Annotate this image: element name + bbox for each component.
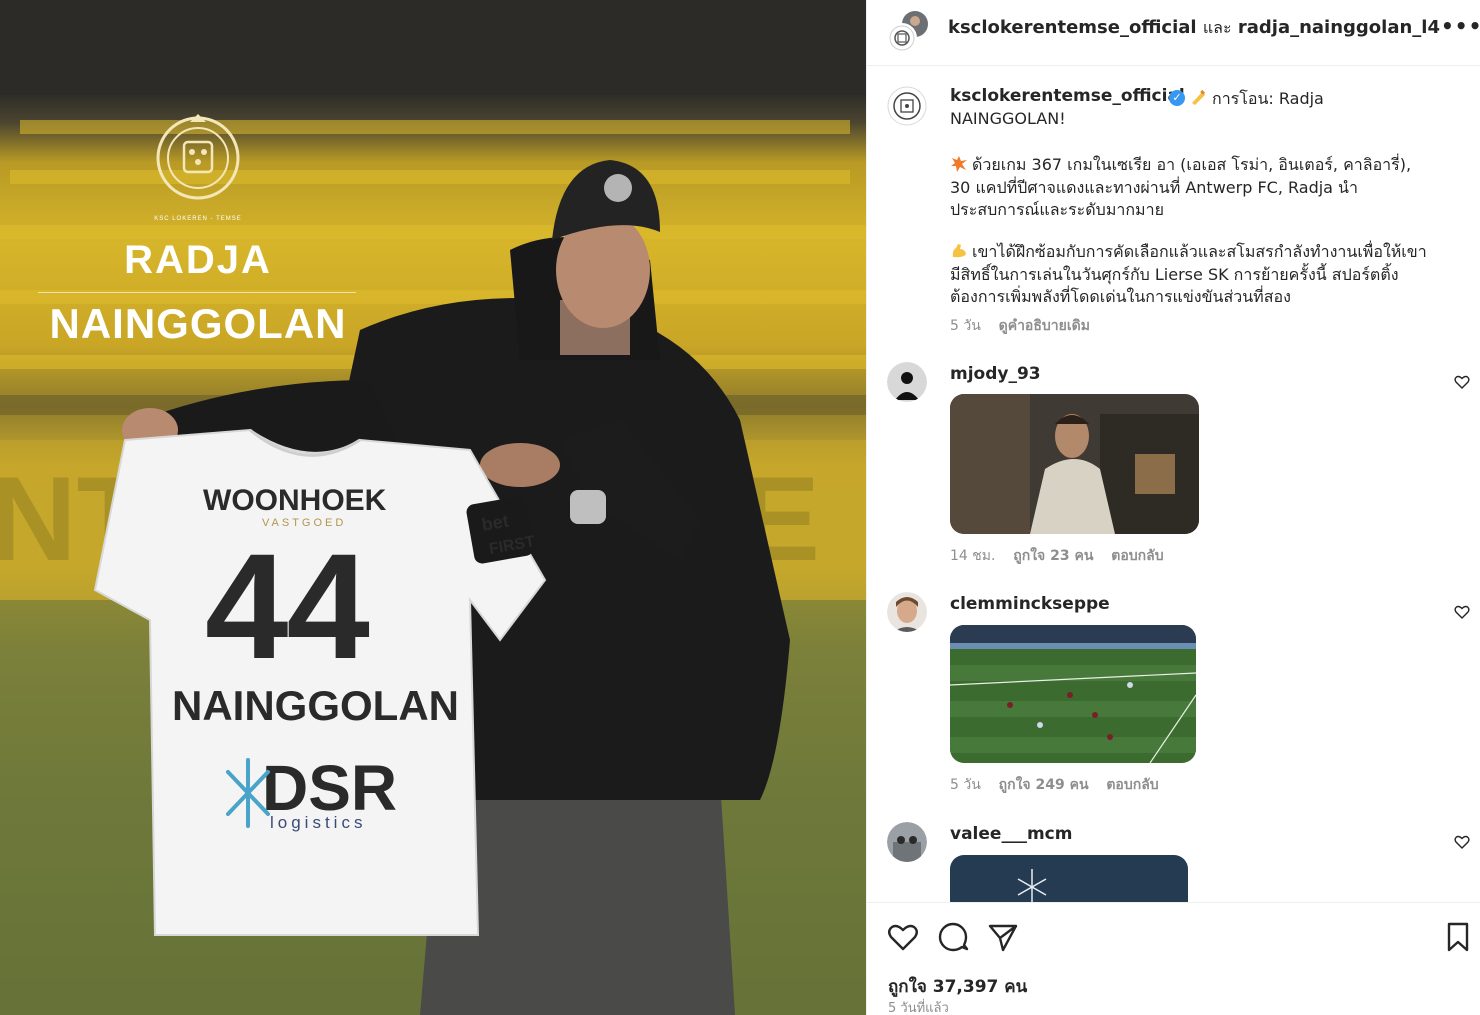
comment-bubble-icon[interactable] [937, 921, 969, 953]
comment-gif[interactable] [950, 394, 1199, 534]
caption-line-1: การโอน: Radja [1190, 87, 1324, 112]
like-heart-icon[interactable] [887, 921, 919, 953]
comment-likes[interactable]: ถูกใจ 23 คน [1013, 548, 1093, 564]
post-time-ago: 5 วันที่แล้ว [888, 1001, 949, 1015]
caption-time: 5 วัน [950, 318, 981, 334]
comment-meta: 5 วัน ถูกใจ 249 คน ตอบกลับ [950, 774, 1159, 796]
comment-avatar[interactable] [887, 592, 927, 632]
likes-count[interactable]: ถูกใจ 37,397 คน [888, 973, 1027, 1000]
shirt-name: NAINGGOLAN [172, 682, 459, 729]
caption-username-link[interactable]: ksclokerentemse_official [950, 86, 1185, 106]
shirt-sponsor-top: WOONHOEK [203, 484, 387, 517]
comment-time: 5 วัน [950, 777, 981, 793]
share-paper-plane-icon[interactable] [987, 921, 1019, 953]
post-header: ksclokerentemse_official และ radja_naing… [867, 0, 1480, 66]
header-user2-link[interactable]: radja_nainggolan_l4 [1238, 17, 1440, 38]
heart-outline-icon[interactable] [1454, 604, 1470, 620]
caption-line-2: NAINGGOLAN! [950, 109, 1066, 128]
comment-likes[interactable]: ถูกใจ 249 คน [999, 777, 1089, 793]
caption-para2-line3: ประสบการณ์และระดับมากมาย [950, 200, 1164, 219]
comment-username-link[interactable]: valee___mcm [950, 824, 1072, 844]
comment-meta: 14 ชม. ถูกใจ 23 คน ตอบกลับ [950, 545, 1164, 567]
post-details-panel: ksclokerentemse_official และ radja_naing… [866, 0, 1480, 1015]
post-footer: ถูกใจ 37,397 คน 5 วันที่แล้ว [867, 902, 1480, 1015]
heart-outline-icon[interactable] [1454, 374, 1470, 390]
shirt-number: 44 [205, 522, 369, 690]
more-horizontal-icon[interactable]: ••• [1441, 14, 1480, 42]
collab-avatars[interactable] [887, 10, 929, 52]
shirt-sponsor-bottom-sub: logistics [270, 813, 366, 832]
comment-avatar[interactable] [887, 362, 927, 402]
post-header-title: ksclokerentemse_official และ radja_naing… [948, 16, 1440, 41]
verified-badge-icon: ✓ [1169, 90, 1185, 106]
heart-outline-icon[interactable] [1454, 834, 1470, 850]
post-media[interactable]: NTE E KSC LOKEREN - TEMSE RADJA NAINGGOL… [0, 0, 866, 1015]
writing-hand-emoji-icon [1192, 89, 1206, 105]
reply-button[interactable]: ตอบกลับ [1106, 777, 1158, 793]
comment-username-link[interactable]: mjody_93 [950, 364, 1041, 384]
reply-button[interactable]: ตอบกลับ [1111, 548, 1163, 564]
comment-gif[interactable] [950, 625, 1196, 763]
see-translation-button[interactable]: ดูคำอธิบายเดิม [999, 318, 1090, 334]
caption-para3-line1: เขาได้ฝึกซ้อมกับการคัดเลือกแล้วและสโมสรก… [950, 240, 1427, 265]
player-photo: bet FIRST WOONHOEK VASTGOED 44 NAINGGOLA… [93, 160, 790, 1015]
header-conjunction: และ [1202, 18, 1232, 37]
caption-para2-line1: ด้วยเกม 367 เกมในเซเรีย อา (เอเอส โรม่า,… [950, 153, 1411, 178]
caption-meta: 5 วัน ดูคำอธิบายเดิม [950, 315, 1090, 337]
bookmark-icon[interactable] [1442, 921, 1474, 953]
comment-avatar[interactable] [887, 822, 927, 862]
comment-username-link[interactable]: clemminckseppe [950, 594, 1110, 614]
header-user1-link[interactable]: ksclokerentemse_official [948, 17, 1197, 38]
comment-time: 14 ชม. [950, 548, 996, 564]
collision-emoji-icon [951, 156, 967, 172]
caption-author-avatar[interactable] [887, 86, 927, 126]
caption-para3-line3: ต้องการเพิ่มพลังที่โดดเด่นในการแข่งขันส่… [950, 287, 1291, 306]
flexed-biceps-emoji-icon [952, 244, 966, 258]
